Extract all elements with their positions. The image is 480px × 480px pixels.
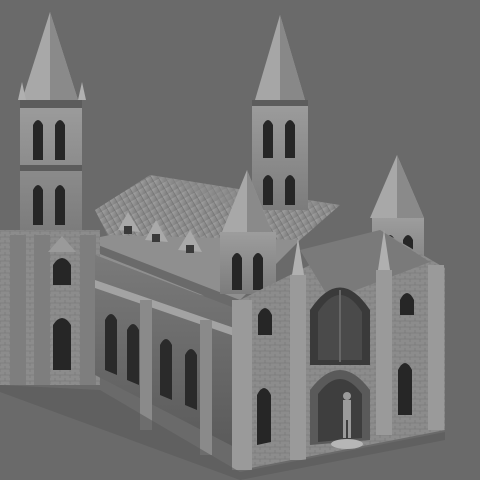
render-viewport[interactable] — [0, 0, 480, 480]
left-transept — [0, 230, 100, 385]
rear-tower — [252, 15, 308, 210]
left-tower — [18, 12, 86, 230]
cathedral-render — [0, 12, 445, 480]
